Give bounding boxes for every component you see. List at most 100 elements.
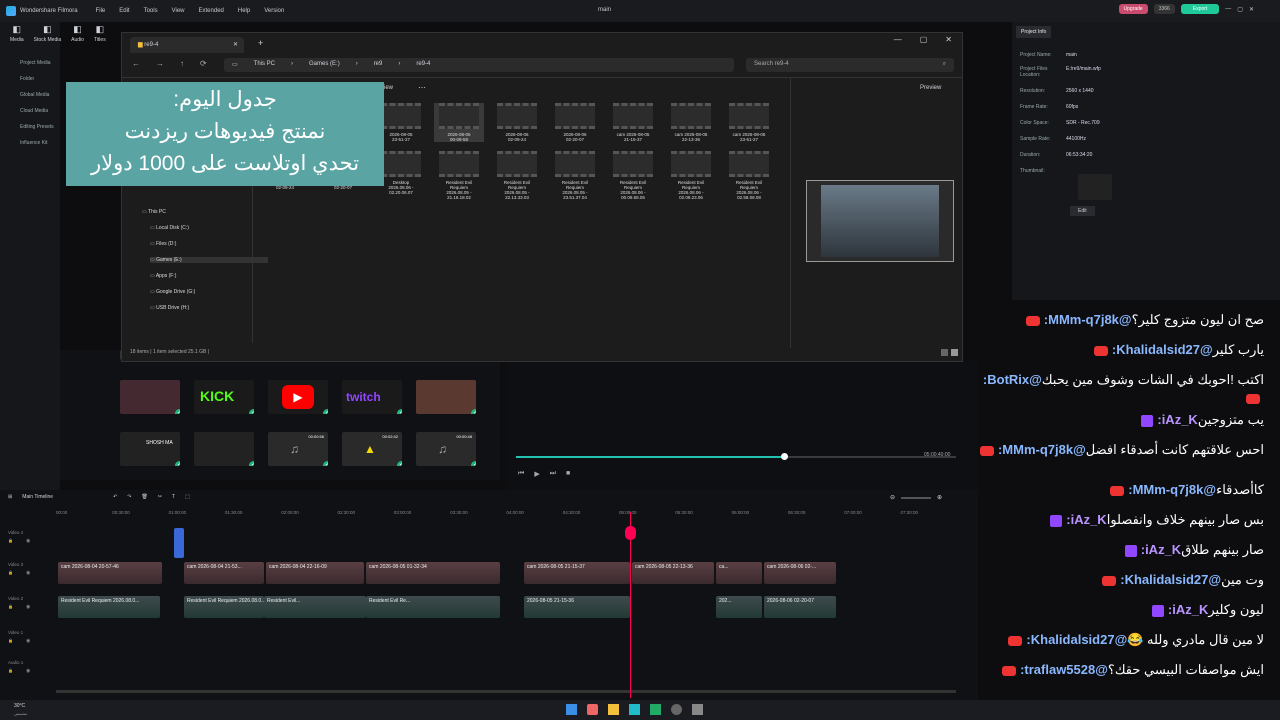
media-item[interactable]: ✓VID_20260806_163636 bbox=[416, 380, 476, 414]
more-icon[interactable]: ⋯ bbox=[418, 83, 426, 92]
breadcrumb-item[interactable]: re9 bbox=[374, 61, 383, 69]
toolbar-stock-media[interactable]: ◧ Stock Media bbox=[34, 24, 62, 48]
search-box[interactable]: Search re9-4 ⌕ bbox=[746, 58, 954, 72]
sidebar-item[interactable]: ▭ Google Drive (G:) bbox=[150, 289, 195, 295]
address-bar[interactable]: ▭ This PC › Games (E:) › re9 › re9-4 bbox=[224, 58, 734, 72]
toolbar-audio[interactable]: ◧ Audio bbox=[71, 24, 84, 48]
prev-frame-icon[interactable]: ⏮ bbox=[518, 470, 524, 478]
menu-item-file[interactable]: File bbox=[96, 8, 106, 14]
nav-item-4[interactable]: Editing Presets bbox=[0, 114, 60, 130]
file-item[interactable]: Resident Evil Requiem 2026.08.05 -21.16.18… bbox=[434, 151, 484, 200]
edit-thumbnail-button[interactable]: Edit bbox=[1070, 206, 1095, 216]
video-clip[interactable]: cam 2026-08-05 22-13-36 bbox=[632, 562, 714, 584]
view-menu[interactable]: iew bbox=[384, 85, 393, 91]
menu-item-tools[interactable]: Tools bbox=[144, 8, 158, 14]
game-clip[interactable]: 202... bbox=[716, 596, 762, 618]
close-tab-icon[interactable]: ✕ bbox=[233, 41, 238, 48]
menu-item-extended[interactable]: Extended bbox=[199, 8, 224, 14]
close-icon[interactable]: ✕ bbox=[1249, 6, 1254, 13]
explorer-tab[interactable]: ▆ re9-4 ✕ bbox=[130, 37, 244, 53]
playhead-handle[interactable] bbox=[625, 526, 636, 540]
maximize-icon[interactable]: ▢ bbox=[920, 35, 928, 44]
video-clip[interactable]: cam 2026-08-05 21-15-37 bbox=[524, 562, 630, 584]
back-icon[interactable]: ← bbox=[132, 59, 140, 68]
nav-item-3[interactable]: Cloud Media bbox=[0, 98, 60, 114]
next-frame-icon[interactable]: ⏭ bbox=[550, 470, 556, 478]
minimize-icon[interactable]: — bbox=[1225, 6, 1231, 12]
tiles-view-icon[interactable] bbox=[951, 349, 958, 356]
file-item[interactable]: cam 2026-08-05 21-15-37 bbox=[608, 103, 658, 142]
media-item[interactable]: KICK✓Kick-Logo bbox=[194, 380, 254, 414]
file-item[interactable]: Resident Evil Requiem 2026.08.05 -22.13.33… bbox=[492, 151, 542, 200]
file-item[interactable]: Resident Evil Requiem 2026.08.06 -02.58.08… bbox=[724, 151, 774, 200]
menu-item-edit[interactable]: Edit bbox=[119, 8, 129, 14]
video-clip[interactable]: cam 2026-08-04 21-53... bbox=[184, 562, 264, 584]
preview-toggle[interactable]: Preview bbox=[920, 85, 941, 91]
video-clip[interactable]: ca... bbox=[716, 562, 762, 584]
menu-item-help[interactable]: Help bbox=[238, 8, 250, 14]
sidebar-item[interactable]: ▭ Apps (F:) bbox=[150, 273, 176, 279]
game-clip[interactable]: 2026-08-05 21-15-36 bbox=[524, 596, 630, 618]
start-icon[interactable] bbox=[566, 704, 577, 715]
file-item[interactable]: Resident Evil Requiem 2026.08.05 -23.51.37… bbox=[550, 151, 600, 200]
menu-item-version[interactable]: Version bbox=[264, 8, 284, 14]
telegram-icon[interactable] bbox=[650, 704, 661, 715]
nav-item-1[interactable]: Folder bbox=[0, 66, 60, 82]
export-button[interactable]: Export bbox=[1180, 4, 1220, 14]
forward-icon[interactable]: → bbox=[156, 59, 164, 68]
sidebar-item[interactable]: ▭ USB Drive (H:) bbox=[150, 305, 189, 311]
timeline-scrollbar[interactable] bbox=[56, 690, 956, 693]
game-clip[interactable]: Resident Evil... bbox=[264, 596, 366, 618]
video-clip[interactable]: cam 2026-08-05 01-32-34 bbox=[366, 562, 500, 584]
sidebar-item[interactable]: ▭ Games (E:) bbox=[150, 257, 268, 263]
game-clip[interactable]: Resident Evil Re... bbox=[366, 596, 500, 618]
details-view-icon[interactable] bbox=[941, 349, 948, 356]
menu-item-view[interactable]: View bbox=[172, 8, 185, 14]
file-item[interactable]: 2026-08-06 00-09-58 bbox=[434, 103, 484, 142]
file-explorer-icon[interactable] bbox=[608, 704, 619, 715]
refresh-icon[interactable]: ⟳ bbox=[200, 59, 207, 68]
new-tab-icon[interactable]: + bbox=[258, 38, 263, 48]
file-item[interactable]: cam 2026-08-05 22-13-36 bbox=[666, 103, 716, 142]
nav-item-0[interactable]: Project Media bbox=[0, 50, 60, 66]
file-item[interactable]: 2026-08-06 02-20-07 bbox=[550, 103, 600, 142]
media-item[interactable]: SHOSH MA✓youtube pp bbox=[120, 432, 180, 466]
file-item[interactable]: Resident Evil Requiem 2026.08.06 -02.09.23… bbox=[666, 151, 716, 200]
up-icon[interactable]: ↑ bbox=[180, 59, 184, 68]
nav-item-5[interactable]: Influence Kit bbox=[0, 130, 60, 146]
maximize-icon[interactable]: ▢ bbox=[1237, 6, 1243, 13]
upgrade-button[interactable]: Upgrade bbox=[1118, 4, 1148, 14]
game-clip[interactable]: 2026-08-06 02-20-07 bbox=[764, 596, 836, 618]
project-info-tab[interactable]: Project Info bbox=[1016, 26, 1052, 38]
brave-icon[interactable] bbox=[587, 704, 598, 715]
file-item[interactable]: Resident Evil Requiem 2026.08.06 -00.09.58… bbox=[608, 151, 658, 200]
breadcrumb-item[interactable]: re9-4 bbox=[416, 61, 430, 69]
nav-item-2[interactable]: Global Media bbox=[0, 82, 60, 98]
breadcrumb-item[interactable]: Games (E:) bbox=[309, 61, 340, 69]
thumbnail-preview[interactable] bbox=[1078, 174, 1112, 200]
toolbar-media[interactable]: ◧ Media bbox=[10, 24, 24, 48]
media-item[interactable]: ✓game2 bbox=[120, 380, 180, 414]
toolbar-titles[interactable]: ◧ Titles bbox=[94, 24, 106, 48]
game-clip[interactable]: Resident Evil Requiem 2026.08.0... bbox=[184, 596, 264, 618]
media-item[interactable]: twitch✓1200px-Twitch_logo_(... bbox=[342, 380, 402, 414]
filmora-icon[interactable] bbox=[629, 704, 640, 715]
media-item[interactable]: 00:02:42▲✓Ariel Shalom - Night R... bbox=[342, 432, 402, 466]
play-icon[interactable]: ▶ bbox=[534, 470, 539, 478]
sidebar-item[interactable]: ▭ Files (D:) bbox=[150, 241, 176, 247]
sidebar-item[interactable]: ▭ This PC bbox=[142, 209, 166, 215]
media-item[interactable]: ▶✓youtube logo bbox=[268, 380, 328, 414]
video-clip[interactable]: cam 2026-08-04 22-16-09 bbox=[266, 562, 364, 584]
game-clip[interactable]: Resident Evil Requiem 2026.08.0... bbox=[58, 596, 160, 618]
credits-badge[interactable]: 3366 bbox=[1153, 4, 1175, 14]
media-item[interactable]: ✓youtube vids bbox=[194, 432, 254, 466]
obs-icon[interactable] bbox=[671, 704, 682, 715]
media-item[interactable]: 00:00:56♫✓REC_20260806_152418 bbox=[268, 432, 328, 466]
stop-icon[interactable]: ■ bbox=[566, 470, 570, 478]
video-clip[interactable]: cam 2026-08-04 20-57-46 bbox=[58, 562, 162, 584]
sidebar-item[interactable]: ▭ Local Disk (C:) bbox=[150, 225, 189, 231]
breadcrumb-item[interactable]: This PC bbox=[254, 61, 275, 69]
close-icon[interactable]: ✕ bbox=[945, 35, 952, 44]
file-item[interactable]: 2026-08-06 02-09-24 bbox=[492, 103, 542, 142]
video-clip[interactable]: cam 2026-08-06 02-... bbox=[764, 562, 836, 584]
